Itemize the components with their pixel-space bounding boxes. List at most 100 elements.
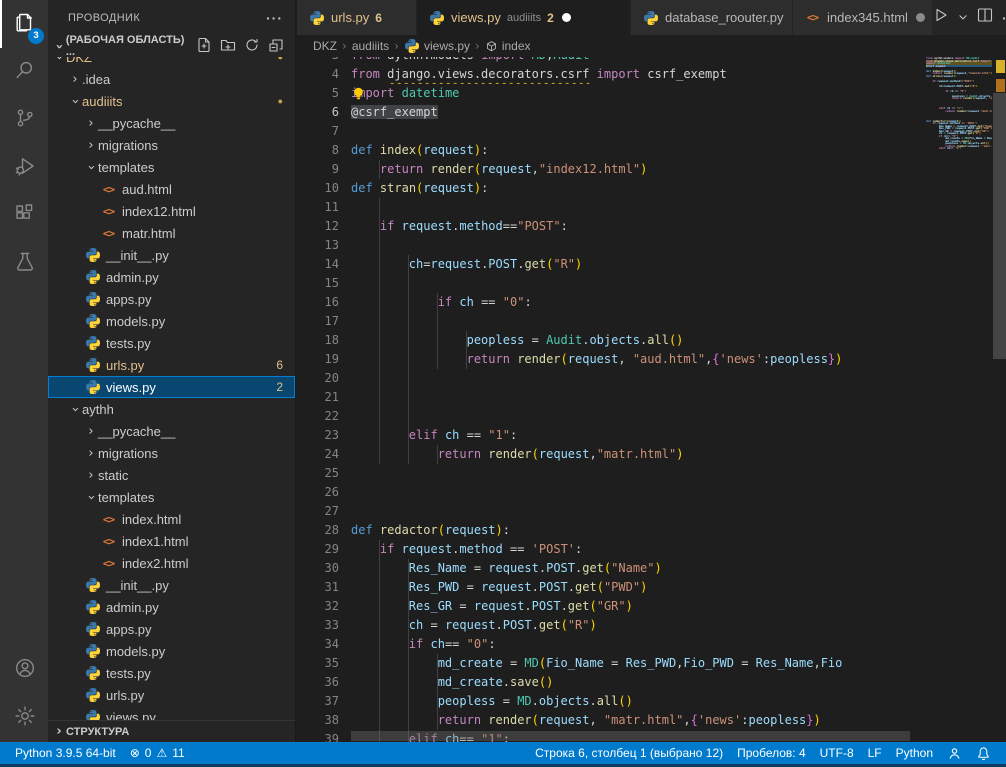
explorer-more-actions-icon[interactable]: ··· [266, 10, 283, 26]
tree-item-aud.html[interactable]: <>aud.html [48, 178, 295, 200]
tree-item-__init__.py[interactable]: __init__.py [48, 244, 295, 266]
code-line-4[interactable]: 4from django.views.decorators.csrf impor… [297, 65, 924, 84]
activitybar-run-and-debug[interactable] [0, 144, 48, 192]
code-line-31[interactable]: 31 Res_PWD = request.POST.get("PWD") [297, 578, 924, 597]
code-line-32[interactable]: 32 Res_GR = request.POST.get("GR") [297, 597, 924, 616]
code-line-18[interactable]: 18 peopless = Audit.objects.all() [297, 331, 924, 350]
code-line-28[interactable]: 28def redactor(request): [297, 521, 924, 540]
tab-index345.html[interactable]: <>index345.html [793, 0, 933, 35]
breadcrumb-item-audiiits[interactable]: audiiits [352, 39, 389, 53]
run-python-file-button[interactable] [933, 7, 949, 28]
code-line-38[interactable]: 38 return render(request, "matr.html",{'… [297, 711, 924, 730]
dirty-indicator-icon[interactable] [562, 13, 571, 22]
code-line-24[interactable]: 24 return render(request,"matr.html") [297, 445, 924, 464]
code-line-9[interactable]: 9 return render(request,"index12.html") [297, 160, 924, 179]
tree-item-templates[interactable]: ›templates [48, 156, 295, 178]
tree-item-__init__.py[interactable]: __init__.py [48, 574, 295, 596]
tree-item-index.html[interactable]: <>index.html [48, 508, 295, 530]
workspace-section-header[interactable]: › (РАБОЧАЯ ОБЛАСТЬ) ... [48, 35, 295, 57]
vertical-scrollbar[interactable] [993, 93, 1006, 359]
tree-item-migrations[interactable]: ›migrations [48, 134, 295, 156]
more-editor-actions-button[interactable]: ··· [1002, 10, 1006, 26]
code-line-22[interactable]: 22 [297, 407, 924, 426]
activitybar-source-control[interactable] [0, 96, 48, 144]
tree-item-urls.py[interactable]: urls.py6 [48, 354, 295, 376]
feedback-icon[interactable] [940, 742, 969, 764]
breadcrumb-item-DKZ[interactable]: DKZ [313, 39, 337, 53]
outline-section-header[interactable]: › СТРУКТУРА [48, 720, 295, 742]
tree-item-models.py[interactable]: models.py [48, 310, 295, 332]
code-line-30[interactable]: 30 Res_Name = request.POST.get("Name") [297, 559, 924, 578]
code-line-37[interactable]: 37 peopless = MD.objects.all() [297, 692, 924, 711]
refresh-explorer-button[interactable] [243, 37, 261, 55]
code-line-23[interactable]: 23 elif ch == "1": [297, 426, 924, 445]
activitybar-settings[interactable] [0, 694, 48, 742]
code-line-26[interactable]: 26 [297, 483, 924, 502]
lightbulb-icon[interactable] [351, 86, 366, 101]
breadcrumb-item-views.py[interactable]: views.py [404, 38, 470, 54]
code-content[interactable]: 3from aythh.models import MD,Audit4from … [297, 57, 924, 742]
code-line-36[interactable]: 36 md_create.save() [297, 673, 924, 692]
tree-item-tests.py[interactable]: tests.py [48, 662, 295, 684]
python-interpreter-status[interactable]: Python 3.9.5 64-bit [8, 742, 123, 764]
code-line-11[interactable]: 11 [297, 198, 924, 217]
collapse-folders-button[interactable] [267, 37, 285, 55]
notifications-bell-icon[interactable] [969, 742, 998, 764]
tree-item-admin.py[interactable]: admin.py [48, 266, 295, 288]
tab-urls.py[interactable]: urls.py6 [297, 0, 417, 35]
code-line-20[interactable]: 20 [297, 369, 924, 388]
code-line-34[interactable]: 34 if ch== "0": [297, 635, 924, 654]
code-line-29[interactable]: 29 if request.method == 'POST': [297, 540, 924, 559]
indentation-status[interactable]: Пробелов: 4 [730, 742, 813, 764]
activitybar-extensions[interactable] [0, 192, 48, 240]
code-line-6[interactable]: 6@csrf_exempt [297, 103, 924, 122]
encoding-status[interactable]: UTF-8 [813, 742, 861, 764]
code-line-25[interactable]: 25 [297, 464, 924, 483]
tree-item-apps.py[interactable]: apps.py [48, 288, 295, 310]
code-line-15[interactable]: 15 [297, 274, 924, 293]
code-line-7[interactable]: 7 [297, 122, 924, 141]
tree-item-views.py[interactable]: views.py [48, 706, 295, 720]
tree-item-index12.html[interactable]: <>index12.html [48, 200, 295, 222]
activitybar-explorer[interactable]: 3 [0, 0, 48, 48]
tree-item-views.py[interactable]: views.py2 [48, 376, 295, 398]
tree-item-admin.py[interactable]: admin.py [48, 596, 295, 618]
tree-item-templates[interactable]: ›templates [48, 486, 295, 508]
activitybar-search[interactable] [0, 48, 48, 96]
tree-item-urls.py[interactable]: urls.py [48, 684, 295, 706]
code-line-16[interactable]: 16 if ch == "0": [297, 293, 924, 312]
code-line-13[interactable]: 13 [297, 236, 924, 255]
code-line-17[interactable]: 17 [297, 312, 924, 331]
tab-views.py[interactable]: views.pyaudiiits2 [417, 0, 631, 35]
code-line-14[interactable]: 14 ch=request.POST.get("R") [297, 255, 924, 274]
new-file-button[interactable] [195, 37, 213, 55]
tree-item-static[interactable]: ›static [48, 464, 295, 486]
new-folder-button[interactable] [219, 37, 237, 55]
code-line-27[interactable]: 27 [297, 502, 924, 521]
horizontal-scrollbar[interactable] [351, 731, 910, 741]
tree-item-apps.py[interactable]: apps.py [48, 618, 295, 640]
tree-item-aythh[interactable]: ›aythh [48, 398, 295, 420]
tree-item-tests.py[interactable]: tests.py [48, 332, 295, 354]
activitybar-account[interactable] [0, 646, 48, 694]
language-mode-status[interactable]: Python [889, 742, 940, 764]
cursor-position-status[interactable]: Строка 6, столбец 1 (выбрано 12) [528, 742, 730, 764]
activitybar-testing[interactable] [0, 240, 48, 288]
problems-status[interactable]: ⊗ 0 ⚠ 11 [123, 742, 192, 764]
eol-status[interactable]: LF [861, 742, 889, 764]
tree-item-index1.html[interactable]: <>index1.html [48, 530, 295, 552]
code-line-3[interactable]: 3from aythh.models import MD,Audit [297, 57, 924, 65]
tree-item-index2.html[interactable]: <>index2.html [48, 552, 295, 574]
code-line-21[interactable]: 21 [297, 388, 924, 407]
run-dropdown-button[interactable] [958, 9, 968, 27]
code-editor[interactable]: 3from aythh.models import MD,Audit4from … [297, 57, 1006, 742]
code-line-19[interactable]: 19 return render(request, "aud.html",{'n… [297, 350, 924, 369]
dirty-indicator-icon[interactable] [916, 13, 925, 22]
tree-item-__pycache__[interactable]: ›__pycache__ [48, 112, 295, 134]
tab-database_roouter.py[interactable]: database_roouter.py [631, 0, 793, 35]
tree-item-audiiits[interactable]: ›audiiits● [48, 90, 295, 112]
breadcrumb-item-index[interactable]: index [485, 39, 531, 53]
tree-item-models.py[interactable]: models.py [48, 640, 295, 662]
tree-item-DKZ[interactable]: ›DKZ● [48, 57, 295, 68]
code-line-10[interactable]: 10def stran(request): [297, 179, 924, 198]
